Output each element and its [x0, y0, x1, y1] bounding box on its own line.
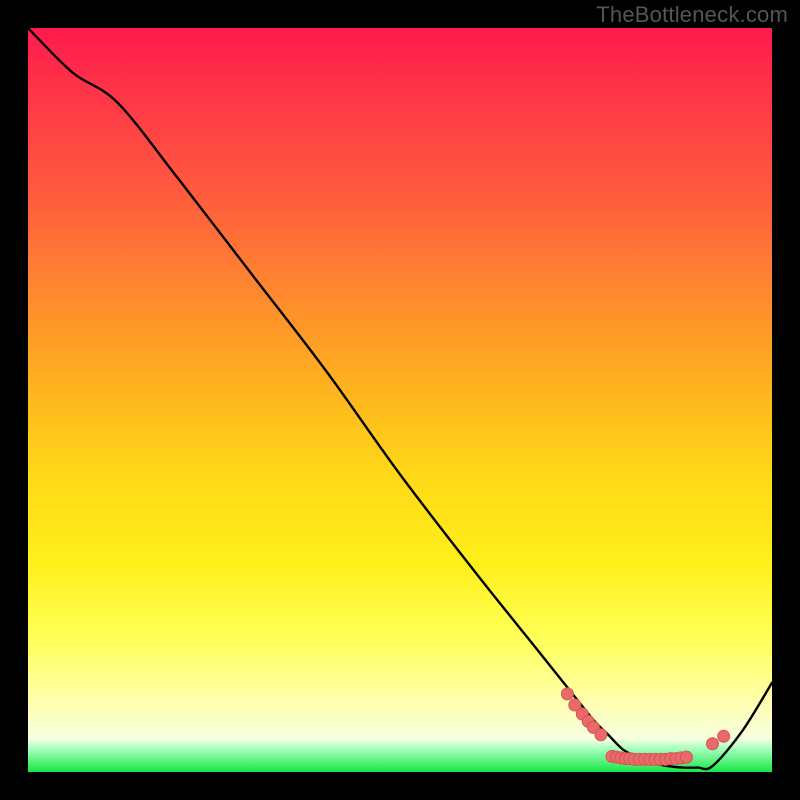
data-marker — [718, 730, 730, 742]
watermark-text: TheBottleneck.com — [596, 2, 788, 28]
data-marker — [680, 751, 692, 763]
marker-layer — [561, 688, 729, 765]
plot-area — [28, 28, 772, 772]
chart-frame: TheBottleneck.com — [0, 0, 800, 800]
data-marker — [706, 738, 718, 750]
bottleneck-curve — [28, 28, 772, 769]
data-marker — [595, 729, 607, 741]
curve-layer — [28, 28, 772, 772]
data-marker — [561, 688, 573, 700]
